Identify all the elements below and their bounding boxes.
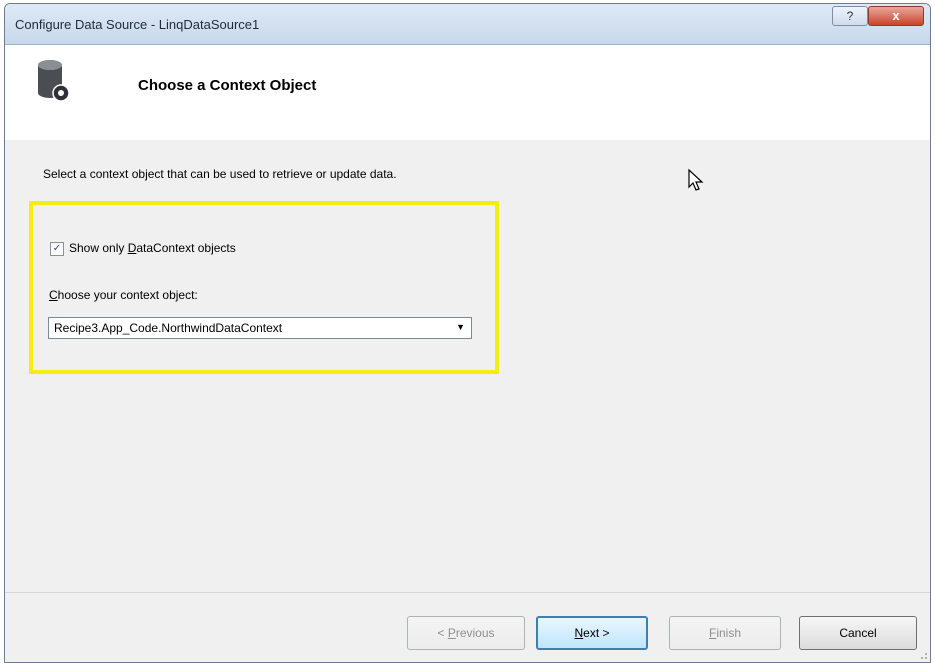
cancel-button[interactable]: Cancel xyxy=(799,616,917,650)
page-title: Choose a Context Object xyxy=(138,77,317,94)
next-button[interactable]: Next > xyxy=(536,616,648,650)
selected-context-object: Recipe3.App_Code.NorthwindDataContext xyxy=(54,321,283,335)
window-title: Configure Data Source - LinqDataSource1 xyxy=(15,17,260,32)
mouse-cursor-icon xyxy=(688,168,704,191)
dropdown-arrow-icon[interactable]: ▼ xyxy=(456,322,465,332)
wizard-header: Choose a Context Object xyxy=(5,45,930,140)
database-icon xyxy=(38,60,70,102)
configure-data-source-dialog: Configure Data Source - LinqDataSource1 … xyxy=(4,3,931,663)
title-bar[interactable]: Configure Data Source - LinqDataSource1 … xyxy=(5,4,930,45)
finish-button[interactable]: Finish xyxy=(669,616,781,650)
show-only-datacontext-checkbox[interactable]: ✓ xyxy=(50,241,64,256)
instruction-text: Select a context object that can be used… xyxy=(43,167,397,181)
context-object-dropdown[interactable]: Recipe3.App_Code.NorthwindDataContext ▼ xyxy=(48,317,472,339)
resize-grip-icon[interactable] xyxy=(918,650,928,660)
checkbox-label: Show only DataContext objects xyxy=(69,241,236,255)
show-only-datacontext-option[interactable]: ✓ Show only DataContext objects xyxy=(50,241,236,256)
footer-divider xyxy=(5,592,930,593)
help-button[interactable]: ? xyxy=(832,6,868,26)
close-button[interactable]: x xyxy=(868,6,924,26)
context-object-label: Choose your context object: xyxy=(49,288,198,302)
previous-button[interactable]: < Previous xyxy=(407,616,525,650)
